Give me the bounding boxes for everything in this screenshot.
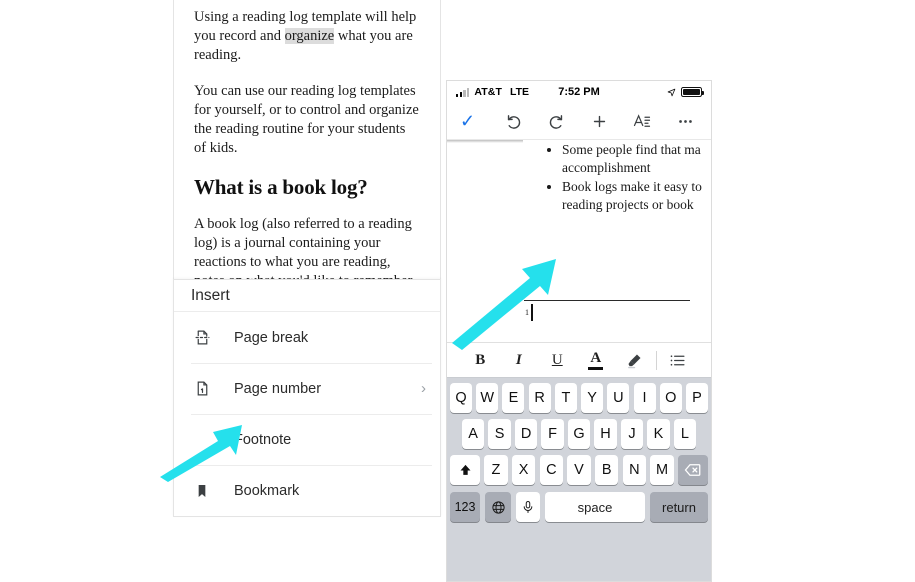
page-break-icon [191,327,213,349]
left-column: Using a reading log template will help y… [173,0,441,580]
menu-item-page-break[interactable]: Page break [174,312,440,363]
key-G[interactable]: G [567,419,591,449]
document-bullet-item: Some people find that ma accomplishment [562,141,711,177]
underline-button[interactable]: U [538,352,577,369]
bookmark-icon [191,480,213,502]
key-J[interactable]: J [620,419,644,449]
globe-icon[interactable] [485,492,511,522]
key-V[interactable]: V [567,455,591,485]
italic-button[interactable]: I [500,352,539,369]
key-T[interactable]: T [554,383,577,413]
key-Q[interactable]: Q [450,383,473,413]
document-bullet-list: Some people find that ma accomplishment … [547,141,711,214]
article-paragraph: You can use our reading log templates fo… [194,83,419,156]
key-R[interactable]: R [528,383,551,413]
key-F[interactable]: F [541,419,564,449]
signal-strength-icon [456,87,470,97]
status-bar-right [667,87,705,97]
format-text-icon[interactable] [629,108,655,134]
menu-item-label: Page break [234,329,309,346]
menu-item-bookmark[interactable]: Bookmark [174,465,440,516]
return-key[interactable]: return [650,492,708,522]
battery-full-icon [681,87,705,97]
insert-menu-title: Insert [174,280,440,312]
on-screen-keyboard[interactable]: Q W E R T Y U I O P A S D F G H J K L Z … [447,378,711,581]
article-content: Using a reading log template will help y… [174,0,440,282]
text-color-label: A [588,350,603,370]
keyboard-row-3: Z X C V B N M [450,455,708,485]
screenshot-root: Using a reading log template will help y… [0,0,915,582]
menu-item-label: Bookmark [234,482,300,499]
footnote-separator-rule [524,300,690,301]
text-color-button[interactable]: A [577,350,616,370]
status-bar-left: AT&T LTE [456,86,529,98]
key-N[interactable]: N [622,455,647,485]
text-cursor-caret [531,304,534,321]
network-type-label: LTE [509,86,530,98]
keyboard-row-4: 123 space return [450,491,708,522]
keyboard-row-1: Q W E R T Y U I O P [450,383,708,413]
document-canvas[interactable]: Some people find that ma accomplishment … [447,140,711,342]
menu-item-label: Page number [234,380,322,397]
done-checkmark-button[interactable]: ✓ [460,112,475,130]
article-paragraph: Using a reading log template will help y… [194,8,420,65]
article-paragraph-last: A book log (also referred to a reading l… [194,216,413,282]
space-key[interactable]: space [545,492,645,522]
document-body-text: Some people find that ma accomplishment … [547,141,711,215]
undo-icon[interactable] [500,108,526,134]
highlighted-word: organize [284,28,335,44]
key-Z[interactable]: Z [484,455,508,485]
insert-plus-button[interactable] [586,108,612,134]
key-U[interactable]: U [607,383,630,413]
carrier-label: AT&T [474,86,502,98]
bullet-list-icon[interactable] [659,352,698,369]
toolbar-divider [655,350,657,370]
more-options-icon[interactable] [672,108,698,134]
document-toolbar: ✓ [447,103,711,140]
key-H[interactable]: H [594,419,617,449]
key-L[interactable]: L [673,419,697,449]
menu-item-footnote[interactable]: Footnote [174,414,440,465]
status-bar: AT&T LTE 7:52 PM [447,81,711,103]
key-B[interactable]: B [594,455,619,485]
format-toolbar: B I U A [447,342,711,378]
page-number-icon [191,378,213,400]
highlighter-icon[interactable] [615,352,654,369]
phone-mockup: AT&T LTE 7:52 PM ✓ • Some people find th… [446,80,712,582]
numbers-key[interactable]: 123 [450,492,480,522]
key-P[interactable]: P [685,383,708,413]
key-D[interactable]: D [514,419,538,449]
key-M[interactable]: M [650,455,674,485]
insert-menu-sheet: Insert Page break Page number › Footnote… [173,279,441,517]
key-X[interactable]: X [511,455,536,485]
scroll-shadow [447,140,523,143]
key-I[interactable]: I [633,383,656,413]
insert-menu-list: Page break Page number › Footnote Bookma… [174,312,440,516]
document-bullet-item: Book logs make it easy to reading projec… [562,178,711,214]
redo-icon[interactable] [543,108,569,134]
backspace-icon[interactable] [678,455,708,485]
key-W[interactable]: W [476,383,499,413]
keyboard-row-2: A S D F G H J K L [450,419,708,449]
key-S[interactable]: S [488,419,511,449]
footnote-icon [191,429,213,451]
chevron-right-icon: › [421,380,426,397]
microphone-icon[interactable] [516,492,540,522]
bold-button[interactable]: B [461,352,500,369]
key-A[interactable]: A [461,419,485,449]
toolbar-actions [500,108,698,134]
location-arrow-icon [667,88,676,97]
footnote-number-marker: 1 [525,308,529,317]
article-heading: What is a book log? [194,175,368,199]
key-C[interactable]: C [539,455,564,485]
article-panel: Using a reading log template will help y… [173,0,441,282]
key-O[interactable]: O [659,383,682,413]
key-K[interactable]: K [647,419,670,449]
menu-item-label: Footnote [234,431,292,448]
shift-icon[interactable] [450,455,480,485]
key-Y[interactable]: Y [581,383,604,413]
key-E[interactable]: E [502,383,525,413]
menu-item-page-number[interactable]: Page number › [174,363,440,414]
